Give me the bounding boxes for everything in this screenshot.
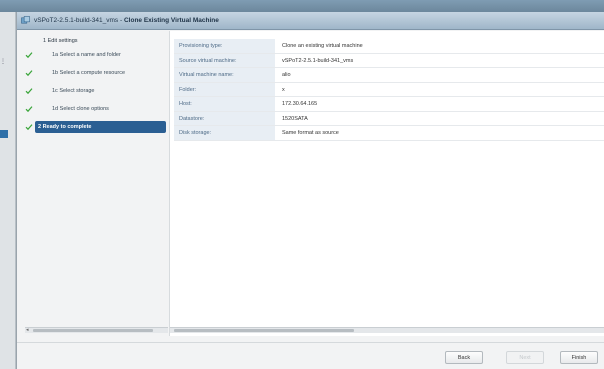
- nav-step-label: 1a Select a name and folder: [52, 52, 121, 58]
- dialog-title-action: Clone Existing Virtual Machine: [123, 17, 219, 24]
- summary-key: Folder:: [174, 82, 275, 96]
- desktop-top-bar: [0, 0, 604, 12]
- dialog-title: vSPoT2-2.5.1-build-341_vms - Clone Exist…: [34, 17, 219, 24]
- clone-vm-dialog: vSPoT2-2.5.1-build-341_vms - Clone Exist…: [16, 12, 604, 369]
- wizard-footer: Back Next Finish: [17, 342, 604, 369]
- nav-step-clone-options[interactable]: 1d Select clone options: [17, 103, 168, 115]
- summary-key: Host:: [174, 97, 275, 111]
- summary-value: Same format as source: [282, 130, 339, 136]
- check-icon: [25, 88, 33, 95]
- summary-row: Disk storage: Same format as source: [174, 126, 604, 141]
- scroll-left-arrow-icon[interactable]: ◂: [26, 328, 29, 333]
- check-icon: [25, 52, 33, 59]
- summary-row: Datastore: 1520SATA: [174, 111, 604, 126]
- back-button[interactable]: Back: [445, 351, 483, 364]
- summary-key: Disk storage:: [174, 126, 275, 140]
- summary-key: Source virtual machine:: [174, 53, 275, 67]
- summary-key: Virtual machine name:: [174, 68, 275, 82]
- summary-table: Provisioning type: Clone an existing vir…: [174, 39, 604, 141]
- dialog-titlebar[interactable]: vSPoT2-2.5.1-build-341_vms - Clone Exist…: [17, 12, 604, 30]
- next-button[interactable]: Next: [506, 351, 544, 364]
- finish-button[interactable]: Finish: [560, 351, 598, 364]
- summary-value: 172.30.64.165: [282, 101, 318, 107]
- check-icon: [25, 70, 33, 77]
- nav-horizontal-scrollbar[interactable]: ◂: [25, 327, 168, 333]
- scrollbar-thumb[interactable]: [33, 329, 153, 332]
- nav-step-compute-resource[interactable]: 1b Select a compute resource: [17, 67, 168, 79]
- check-icon: [25, 124, 33, 131]
- background-sidebar: ⋮: [0, 12, 16, 369]
- nav-step-label: 1 Edit settings: [43, 38, 78, 44]
- nav-step-label: 1d Select clone options: [52, 106, 109, 112]
- summary-row: Folder: x: [174, 82, 604, 97]
- vm-clone-icon: [21, 16, 30, 24]
- summary-value: x: [282, 86, 285, 93]
- nav-step-ready-to-complete[interactable]: 2 Ready to complete: [25, 121, 166, 133]
- summary-row: Provisioning type: Clone an existing vir…: [174, 39, 604, 54]
- check-icon: [25, 106, 33, 113]
- nav-step-storage[interactable]: 1c Select storage: [17, 85, 168, 97]
- summary-value: 1520SATA: [282, 115, 308, 122]
- main-horizontal-scrollbar[interactable]: [170, 327, 604, 333]
- nav-step-label: 1c Select storage: [52, 88, 95, 94]
- summary-panel: Provisioning type: Clone an existing vir…: [169, 31, 604, 336]
- summary-value: Clone an existing virtual machine: [282, 43, 363, 49]
- background-selected-item: [0, 130, 8, 138]
- nav-step-label: 2 Ready to complete: [38, 124, 92, 130]
- summary-row: Host: 172.30.64.165: [174, 97, 604, 112]
- summary-key: Datastore:: [174, 111, 275, 125]
- scrollbar-thumb[interactable]: [174, 329, 354, 332]
- background-sidebar-mark: ⋮: [0, 59, 6, 65]
- nav-step-name-folder[interactable]: 1a Select a name and folder: [17, 49, 168, 61]
- summary-value: alio: [282, 72, 291, 78]
- summary-row: Source virtual machine: vSPoT2-2.5.1-bui…: [174, 53, 604, 68]
- summary-value: vSPoT2-2.5.1-build-341_vms: [282, 57, 354, 64]
- nav-step-label: 1b Select a compute resource: [52, 70, 126, 76]
- summary-key: Provisioning type:: [174, 39, 275, 53]
- wizard-steps-nav: 1 Edit settings 1a Select a name and fol…: [17, 31, 168, 336]
- nav-step-edit-settings[interactable]: 1 Edit settings: [17, 35, 168, 47]
- summary-row: Virtual machine name: alio: [174, 68, 604, 83]
- dialog-title-vm: vSPoT2-2.5.1-build-341_vms -: [34, 17, 124, 24]
